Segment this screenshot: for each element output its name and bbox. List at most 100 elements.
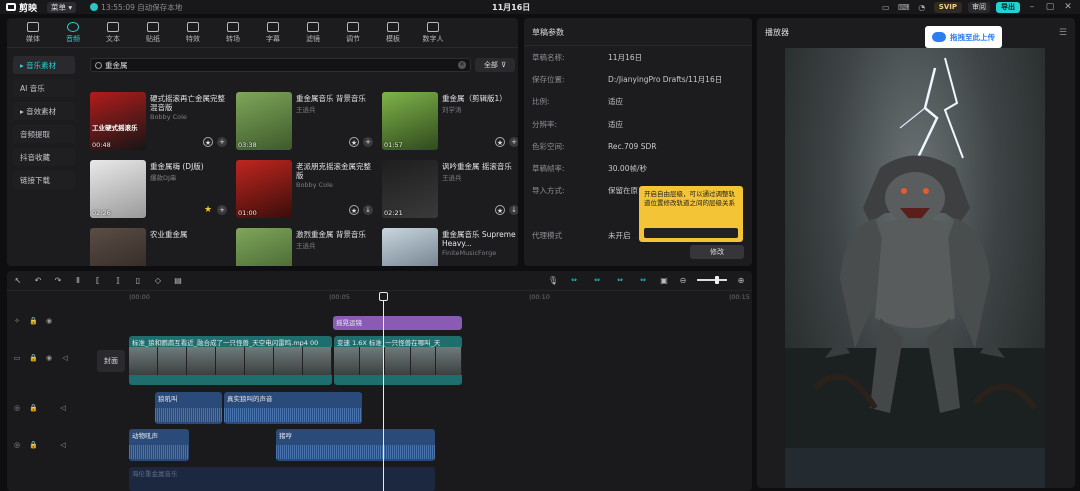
track-card[interactable]: 01:00 老派朋克摇滚金属完整版 Bobby Cole ★ ↓: [236, 160, 375, 218]
track-thumbnail[interactable]: 03:38: [236, 92, 292, 150]
track-thumbnail[interactable]: 工业硬式摇滚乐 00:48: [90, 92, 146, 150]
tab-adjust[interactable]: 调节: [333, 18, 373, 47]
track-card[interactable]: 01:57 重金属（剪辑版1） 刘学涛 ★ +: [382, 92, 518, 150]
track-card[interactable]: 工业硬式摇滚乐 00:48 硬式摇滚再亡金属完整混音版 Bobby Cole ★ +: [90, 92, 229, 150]
tab-effects[interactable]: 特效: [173, 18, 213, 47]
tab-caption[interactable]: 字幕: [253, 18, 293, 47]
minimize-icon[interactable]: –: [1026, 2, 1038, 12]
select-icon[interactable]: ↖: [13, 276, 23, 285]
export-button[interactable]: 导出: [996, 1, 1020, 13]
shortcut-icon[interactable]: ⌨: [898, 3, 910, 12]
maximize-icon[interactable]: ▢: [1044, 2, 1056, 12]
filter-button[interactable]: 全部 ⊽: [475, 58, 515, 72]
split-left-icon[interactable]: ⟦: [93, 276, 103, 285]
favorite-icon[interactable]: ★: [495, 137, 505, 147]
review-button[interactable]: 审阅: [968, 1, 990, 13]
tab-filter[interactable]: 滤镜: [293, 18, 333, 47]
zoom-slider[interactable]: [697, 276, 727, 284]
cat-music[interactable]: ▸ 音乐素材: [13, 56, 75, 74]
audio-clip-metal-music[interactable]: 海伦重金属音乐: [129, 467, 435, 491]
cat-audio-extract[interactable]: 音频提取: [13, 125, 75, 143]
tab-transition[interactable]: 转场: [213, 18, 253, 47]
add-icon[interactable]: +: [217, 205, 227, 215]
menu-button[interactable]: 菜单 ▾: [47, 1, 77, 13]
tab-audio[interactable]: 音频: [53, 18, 93, 47]
audio-clip-pig-grunt[interactable]: 猪哼: [276, 429, 435, 461]
add-icon[interactable]: +: [363, 137, 373, 147]
favorite-icon[interactable]: ★: [203, 205, 213, 215]
lock-icon[interactable]: 🔒: [29, 317, 38, 325]
effect-clip[interactable]: 摇晃运镜: [333, 316, 462, 330]
favorite-icon[interactable]: ★: [495, 205, 505, 215]
cat-douyin-fav[interactable]: 抖音收藏: [13, 148, 75, 166]
track-thumbnail[interactable]: 01:57: [382, 92, 438, 150]
zoom-in-icon[interactable]: ⊕: [736, 276, 746, 285]
audio-mute-icon[interactable]: ◁: [59, 441, 67, 449]
cat-link-download[interactable]: 链接下载: [13, 171, 75, 189]
download-icon[interactable]: ↓: [509, 205, 518, 215]
linkage-icon[interactable]: ⇔: [613, 275, 627, 285]
svip-badge[interactable]: SVIP: [933, 1, 962, 13]
track-thumbnail[interactable]: 02:21: [382, 160, 438, 218]
menu-icon[interactable]: ☰: [1059, 28, 1067, 38]
favorite-icon[interactable]: ★: [203, 137, 213, 147]
lock-icon[interactable]: 🔒: [29, 441, 38, 449]
track-thumbnail[interactable]: 02:26: [90, 160, 146, 218]
undo-icon[interactable]: ↶: [33, 276, 43, 285]
playhead-handle[interactable]: [379, 292, 388, 301]
cat-ai-music[interactable]: AI 音乐: [13, 79, 75, 97]
tab-media[interactable]: 媒体: [13, 18, 53, 47]
audio-clip-animal-roar[interactable]: 动物吼声: [129, 429, 189, 461]
audio-mute-icon[interactable]: ◁: [59, 404, 67, 412]
track-card[interactable]: 农业重金属: [90, 228, 229, 266]
track-card[interactable]: 激烈重金属 背景音乐 王逍兵: [236, 228, 375, 266]
auto-snap-icon[interactable]: ⇔: [590, 275, 604, 285]
track-thumbnail[interactable]: 01:00: [236, 160, 292, 218]
track-card[interactable]: 重金属音乐 Supreme Heavy... FiniteMusicForge: [382, 228, 518, 266]
track-thumbnail[interactable]: [382, 228, 438, 266]
search-input[interactable]: [105, 60, 458, 70]
preview-axis-icon[interactable]: ⇔: [636, 275, 650, 285]
tab-digital-human[interactable]: 数字人: [413, 18, 453, 47]
lock-icon[interactable]: 🔒: [29, 354, 38, 362]
caption-icon[interactable]: ▤: [173, 276, 183, 285]
clear-icon[interactable]: ✕: [458, 61, 466, 69]
notification-icon[interactable]: ◔: [916, 3, 928, 12]
add-icon[interactable]: +: [509, 137, 518, 147]
playhead[interactable]: [383, 293, 384, 491]
video-clip-2[interactable]: 变速 1.6X 标准_一只怪兽在哪叫_天: [334, 336, 462, 385]
track-card[interactable]: 02:26 重金属嗨 (DJ版) 爆款DJ串 ★ +: [90, 160, 229, 218]
cat-sound-effects[interactable]: ▸ 音效素材: [13, 102, 75, 120]
modify-button[interactable]: 修改: [690, 245, 744, 259]
download-icon[interactable]: ↓: [363, 205, 373, 215]
track-card[interactable]: 02:21 讽吟重金属 摇滚音乐 王逍兵 ★ ↓: [382, 160, 518, 218]
zoom-out-icon[interactable]: ⊖: [678, 276, 688, 285]
track-thumbnail[interactable]: [90, 228, 146, 266]
close-icon[interactable]: ✕: [1062, 2, 1074, 12]
track-thumbnail[interactable]: [236, 228, 292, 266]
redo-icon[interactable]: ↷: [53, 276, 63, 285]
upload-button[interactable]: 拖拽至此上传: [925, 26, 1002, 48]
track-card[interactable]: 03:38 重金属音乐 背景音乐 王逍兵 ★ +: [236, 92, 375, 150]
shield-icon[interactable]: ◇: [153, 276, 163, 285]
microphone-icon[interactable]: 🎙: [548, 276, 558, 285]
main-track-magnet-icon[interactable]: ⇔: [567, 275, 581, 285]
audio-clip-wolf-howl[interactable]: 狼吼叫: [155, 392, 222, 424]
favorite-icon[interactable]: ★: [349, 137, 359, 147]
tab-text[interactable]: 文本: [93, 18, 133, 47]
lock-icon[interactable]: 🔒: [29, 404, 38, 412]
eye-icon[interactable]: ◉: [45, 354, 53, 362]
delete-icon[interactable]: ▯: [133, 276, 143, 285]
screenshot-icon[interactable]: ▣: [659, 276, 669, 285]
tab-sticker[interactable]: 贴纸: [133, 18, 173, 47]
split-icon[interactable]: Ⅱ: [73, 276, 83, 285]
favorite-icon[interactable]: ★: [349, 205, 359, 215]
video-clip-1[interactable]: 标准_狼和鹦鹉互看近_融合成了一只怪兽_天空电闪雷鸣.mp4 00: [129, 336, 332, 385]
split-right-icon[interactable]: ⟧: [113, 276, 123, 285]
tab-template[interactable]: 模板: [373, 18, 413, 47]
eye-icon[interactable]: ◉: [45, 317, 53, 325]
audio-clip-real-wolf[interactable]: 真实狼叫的声音: [224, 392, 362, 424]
layout-icon[interactable]: ▭: [880, 3, 892, 12]
add-icon[interactable]: +: [217, 137, 227, 147]
cover-button[interactable]: 封面: [97, 350, 125, 372]
